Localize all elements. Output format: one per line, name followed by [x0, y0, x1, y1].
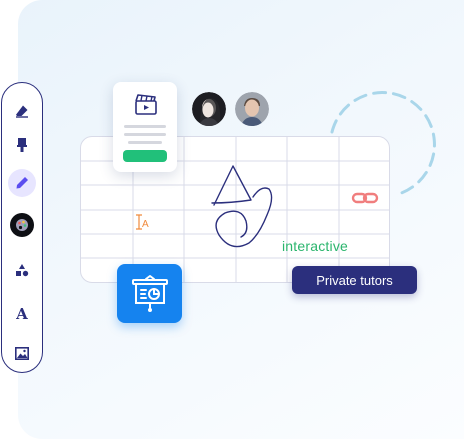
marker-tool[interactable]	[8, 131, 36, 159]
shapes-tool[interactable]	[8, 256, 36, 284]
doc-text-line	[124, 133, 166, 136]
image-icon	[15, 346, 29, 360]
doc-text-line	[128, 141, 162, 144]
avatar	[235, 92, 269, 126]
text-tool[interactable]: A	[8, 300, 36, 328]
interactive-label: interactive	[282, 238, 349, 254]
pen-icon	[16, 177, 28, 189]
palette-icon	[10, 213, 34, 237]
shapes-icon	[16, 264, 29, 277]
private-tutors-button[interactable]: Private tutors	[292, 266, 417, 294]
image-tool[interactable]	[8, 339, 36, 367]
text-cursor-label: A	[142, 219, 149, 230]
doc-action-button[interactable]	[123, 150, 167, 162]
drawing-toolbar: A	[1, 82, 43, 373]
eraser-icon	[16, 105, 28, 118]
marker-icon	[17, 138, 27, 152]
video-document-card[interactable]	[113, 82, 177, 172]
clapperboard-icon	[135, 94, 157, 115]
avatar	[192, 92, 226, 126]
color-picker-tool[interactable]	[8, 211, 36, 239]
presentation-tile[interactable]	[117, 264, 182, 323]
doc-text-line	[124, 125, 166, 128]
pen-tool[interactable]	[8, 169, 36, 197]
presentation-chart-icon	[132, 275, 168, 312]
eraser-tool[interactable]	[8, 97, 36, 125]
text-icon: A	[16, 305, 28, 323]
link-icon[interactable]	[351, 192, 379, 204]
